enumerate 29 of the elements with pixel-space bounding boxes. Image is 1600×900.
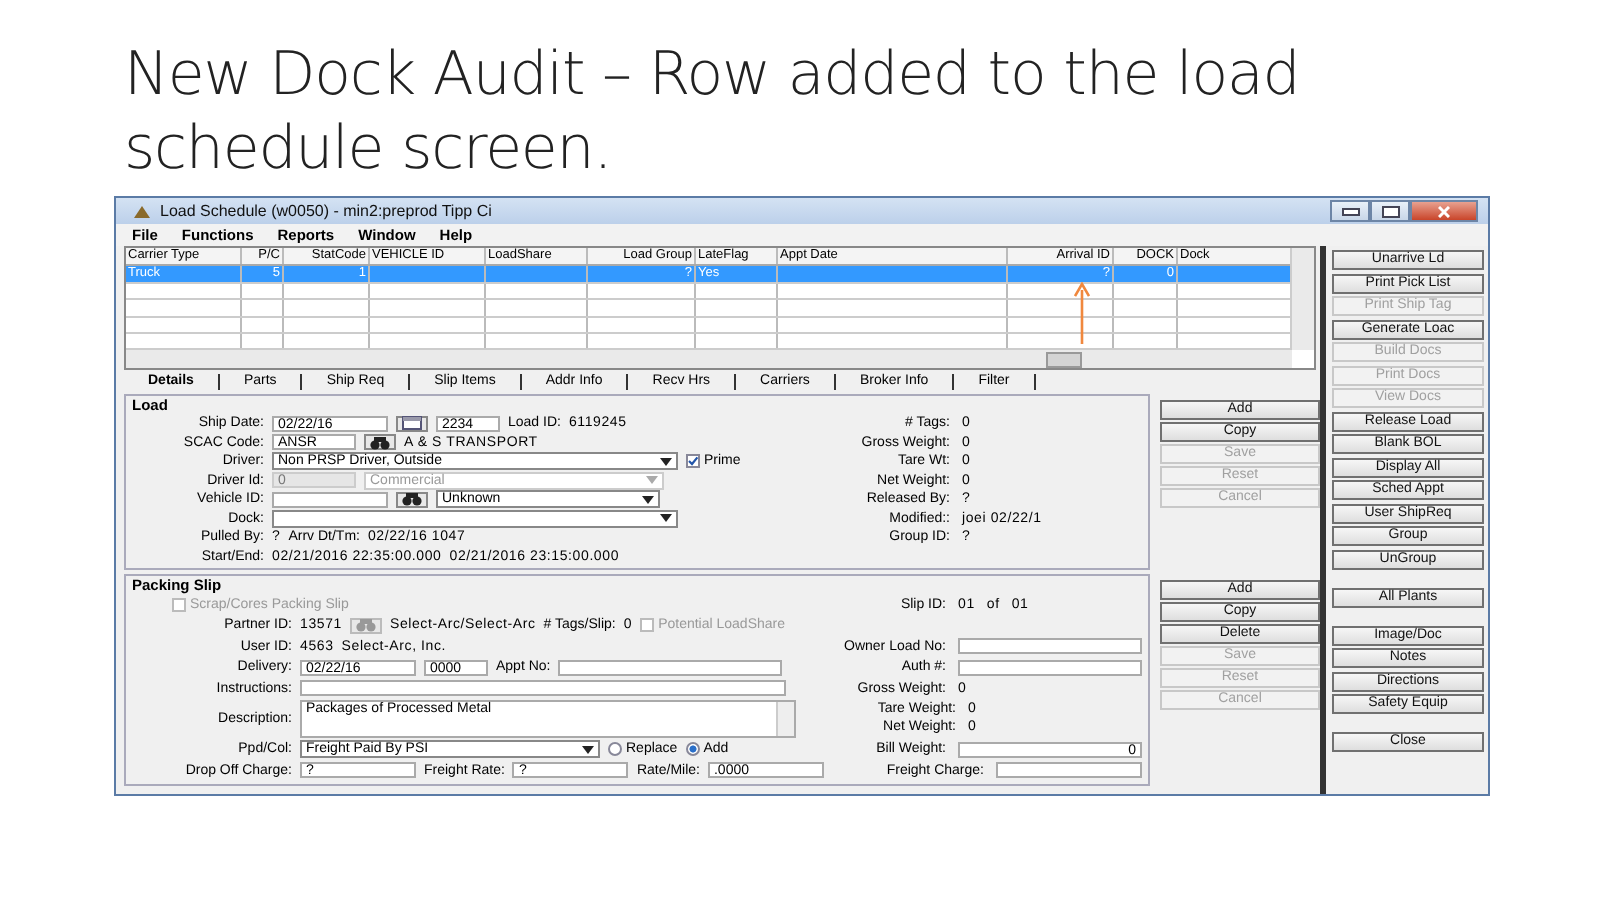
slide-title: New Dock Audit – Row added to the load schedule screen. [124, 38, 1302, 186]
window-title: Load Schedule (w0050) - min2:preprod Tipp Ci [160, 202, 492, 220]
binoculars-icon [402, 492, 422, 507]
minimize-button[interactable] [1330, 200, 1370, 222]
close-icon [1438, 205, 1450, 217]
binoculars-icon [370, 435, 390, 450]
input-field[interactable] [272, 491, 388, 508]
input-field[interactable] [995, 762, 1142, 779]
app-icon [132, 203, 152, 219]
input-field[interactable] [558, 659, 783, 676]
maximize-icon [1381, 205, 1399, 217]
annotation-arrow [1074, 282, 1090, 346]
input-field[interactable] [300, 680, 786, 697]
maximize-button[interactable] [1370, 200, 1410, 222]
find-button[interactable] [364, 434, 396, 451]
caret-icon [582, 745, 594, 754]
binoculars-icon [355, 618, 376, 633]
tick-box-icon [686, 454, 700, 469]
input-field[interactable] [958, 659, 1142, 676]
calendar-icon [402, 416, 422, 431]
calendar-button[interactable] [396, 415, 428, 432]
scrollbar[interactable] [126, 348, 1292, 368]
scrollbar[interactable] [1290, 248, 1314, 350]
minimize-icon [1341, 207, 1359, 215]
find-button[interactable] [396, 491, 428, 508]
tick-box-icon [640, 618, 655, 633]
close-button[interactable] [1410, 200, 1478, 222]
input-field[interactable] [958, 638, 1142, 655]
tick-box-icon [172, 597, 186, 612]
